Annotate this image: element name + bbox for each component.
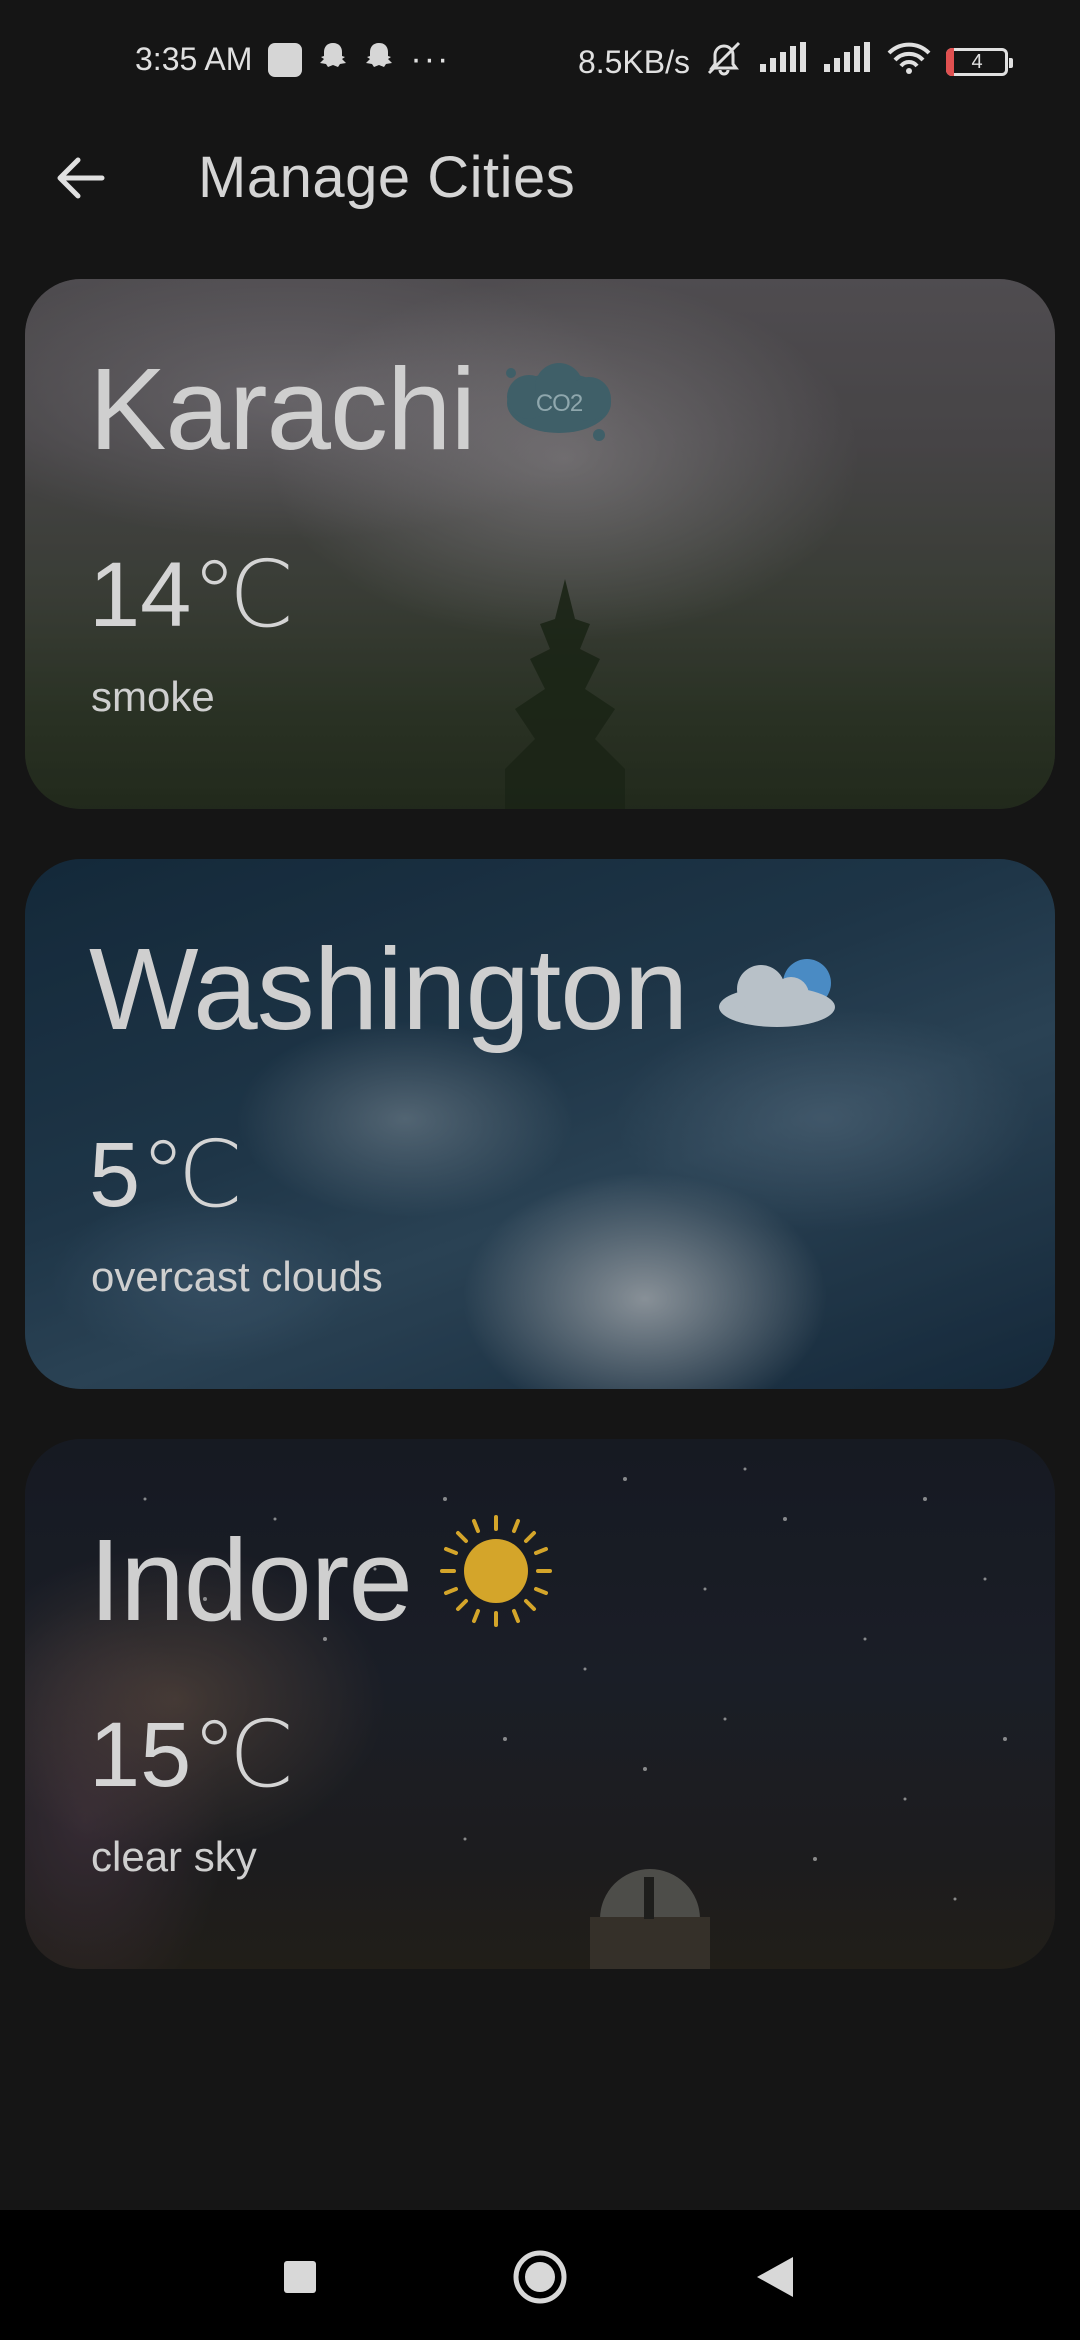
mute-icon: [704, 40, 744, 84]
square-icon: [284, 2261, 316, 2293]
co2-smoke-icon: CO2: [499, 351, 619, 467]
battery-icon: 4: [946, 48, 1013, 76]
city-card-washington[interactable]: Washington 5℃ overcast clouds: [25, 859, 1055, 1389]
city-name: Washington: [89, 931, 841, 1047]
svg-text:CO2: CO2: [536, 390, 583, 417]
sun-icon: [436, 1511, 556, 1649]
status-bar: 3:35 AM ··· 8.5KB/s 4: [0, 0, 1080, 98]
app-bar: Manage Cities: [0, 98, 1080, 258]
city-name: Indore: [89, 1511, 556, 1649]
weather-description: clear sky: [91, 1833, 257, 1880]
circle-icon: [513, 2250, 567, 2304]
back-nav-button[interactable]: [740, 2242, 810, 2312]
weather-description: overcast clouds: [91, 1253, 383, 1300]
city-card-karachi[interactable]: Karachi CO2 14℃ smoke: [25, 279, 1055, 809]
temperature: 15℃: [89, 1704, 295, 1806]
snapchat-icon: [318, 41, 348, 79]
back-button[interactable]: [40, 138, 120, 218]
home-button[interactable]: [505, 2242, 575, 2312]
city-card-indore[interactable]: Indore 15℃ clear sky: [25, 1439, 1055, 1969]
battery-level: 4: [971, 50, 983, 73]
app-notification-icon: [268, 42, 303, 77]
system-nav-bar: [0, 2210, 1080, 2340]
arrow-left-icon: [57, 157, 105, 199]
wifi-icon: [886, 41, 932, 83]
temperature: 14℃: [89, 544, 295, 646]
page-title: Manage Cities: [198, 145, 576, 210]
snapchat-icon: [364, 41, 394, 79]
signal-icon: [822, 42, 872, 82]
more-notifications-icon: ···: [410, 40, 451, 78]
recents-button[interactable]: [265, 2242, 335, 2312]
status-time: 3:35 AM: [135, 41, 253, 77]
network-speed: 8.5KB/s: [577, 43, 690, 80]
weather-description: smoke: [91, 673, 215, 720]
triangle-back-icon: [757, 2257, 793, 2297]
cloud-icon: [711, 931, 841, 1047]
temperature: 5℃: [89, 1124, 244, 1226]
signal-icon: [758, 42, 808, 82]
city-name: Karachi CO2: [89, 351, 619, 467]
